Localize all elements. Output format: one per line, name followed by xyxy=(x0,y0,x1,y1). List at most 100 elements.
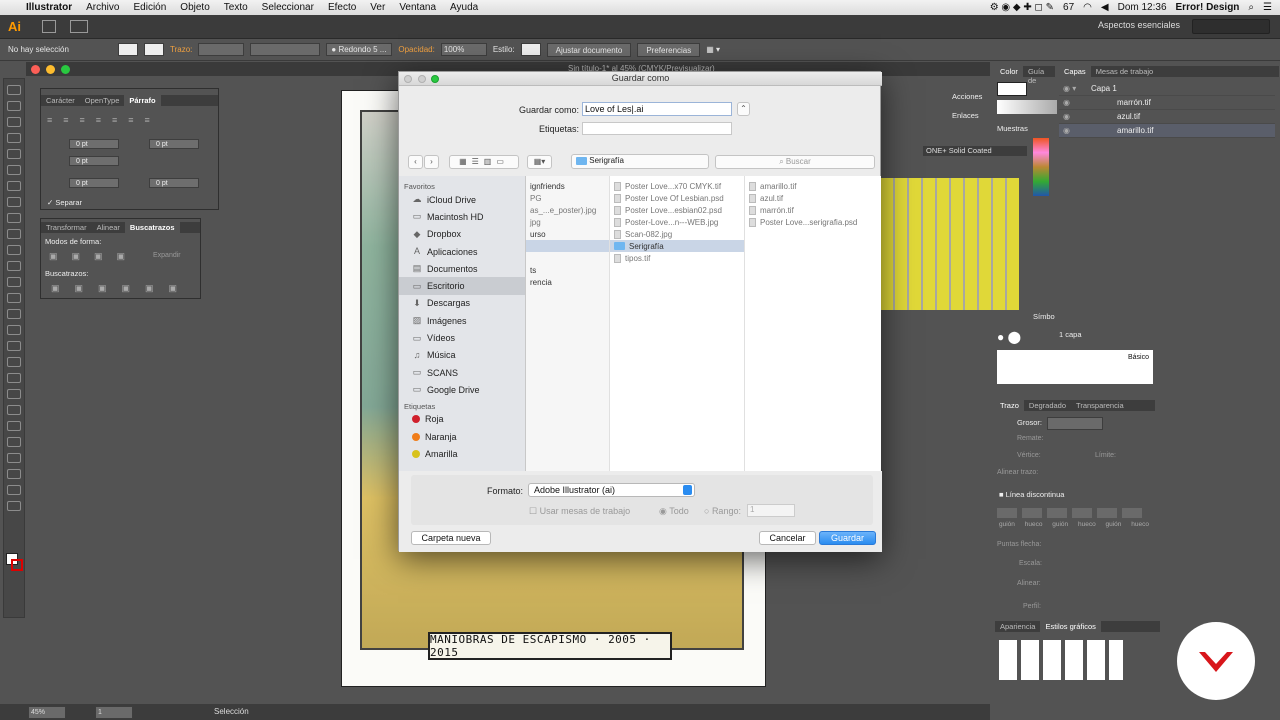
range-input[interactable]: 1 xyxy=(747,504,795,517)
hyphenate-checkbox[interactable]: ✓ Separar xyxy=(47,198,82,207)
hand-tool-icon[interactable] xyxy=(7,485,21,495)
opacity-input[interactable]: 100% xyxy=(440,43,487,56)
sidebar-item-downloads[interactable]: ⬇ Descargas xyxy=(399,295,525,312)
clock[interactable]: Dom 12:36 xyxy=(1118,2,1167,13)
list-item[interactable] xyxy=(526,240,609,252)
minimize-window-icon[interactable] xyxy=(46,65,55,74)
menu-efecto[interactable]: Efecto xyxy=(321,2,363,13)
spotlight-icon[interactable]: ⌕ xyxy=(1248,2,1254,13)
dialog-close-icon[interactable] xyxy=(404,75,412,83)
sidebar-item-applications[interactable]: A Aplicaciones xyxy=(399,243,525,260)
menu-ayuda[interactable]: Ayuda xyxy=(443,2,485,13)
magic-wand-tool-icon[interactable] xyxy=(7,117,21,127)
menu-ver[interactable]: Ver xyxy=(363,2,392,13)
left-indent-input[interactable]: 0 pt xyxy=(69,139,119,149)
list-item[interactable]: tipos.tif xyxy=(610,252,744,264)
width-tool-icon[interactable] xyxy=(7,293,21,303)
pencil-tool-icon[interactable] xyxy=(7,229,21,239)
pathfinder-buttons[interactable]: ▣▣▣▣▣▣ xyxy=(51,283,192,294)
swatch-column[interactable] xyxy=(1033,138,1049,196)
dialog-zoom-icon[interactable] xyxy=(431,75,439,83)
slice-tool-icon[interactable] xyxy=(7,469,21,479)
menu-ventana[interactable]: Ventana xyxy=(392,2,443,13)
links-panel-item[interactable]: Enlaces xyxy=(952,111,979,120)
tab-transform[interactable]: Transformar xyxy=(41,222,92,233)
list-item[interactable]: Poster Love...esbian02.psd xyxy=(610,204,744,216)
tab-opentype[interactable]: OpenType xyxy=(80,95,125,106)
forward-icon[interactable]: › xyxy=(424,155,439,169)
brush-dots[interactable]: ● ⬤ xyxy=(997,330,1057,344)
fill-swatch[interactable] xyxy=(118,43,138,56)
sidebar-item-music[interactable]: ♫ Música xyxy=(399,347,525,364)
tab-layers[interactable]: Capas xyxy=(1059,66,1091,77)
stroke-label[interactable]: Trazo: xyxy=(170,45,192,54)
sidebar-item-desktop[interactable]: ▭ Escritorio xyxy=(399,277,525,295)
opacity-label[interactable]: Opacidad: xyxy=(398,45,434,54)
volume-icon[interactable]: ◀ xyxy=(1101,2,1109,13)
graphic-styles-grid[interactable] xyxy=(999,640,1123,680)
list-item[interactable]: Poster-Love...n---WEB.jpg xyxy=(610,216,744,228)
battery-indicator[interactable]: 67 xyxy=(1063,2,1074,13)
tab-graphic-styles[interactable]: Estilos gráficos xyxy=(1040,621,1101,632)
zoom-tool-icon[interactable] xyxy=(7,501,21,511)
menu-seleccionar[interactable]: Seleccionar xyxy=(255,2,321,13)
tab-transparency[interactable]: Transparencia xyxy=(1071,400,1129,411)
rectangle-tool-icon[interactable] xyxy=(7,197,21,207)
all-radio[interactable]: ◉ Todo xyxy=(659,506,689,517)
stroke-swatch[interactable] xyxy=(144,43,164,56)
line-tool-icon[interactable] xyxy=(7,181,21,191)
notifications-icon[interactable]: ☰ xyxy=(1263,2,1272,13)
weight-input[interactable] xyxy=(1047,417,1103,430)
user-name[interactable]: Error! Design xyxy=(1176,2,1240,13)
tab-color-guide[interactable]: Guía de xyxy=(1023,66,1055,85)
actions-panel-item[interactable]: Acciones xyxy=(952,92,982,101)
arrange-docs-icon[interactable] xyxy=(70,20,88,33)
symbol-sprayer-tool-icon[interactable] xyxy=(7,421,21,431)
space-after-input[interactable]: 0 pt xyxy=(149,178,199,188)
tab-artboards[interactable]: Mesas de trabajo xyxy=(1091,66,1159,77)
gradient-tool-icon[interactable] xyxy=(7,373,21,383)
graph-tool-icon[interactable] xyxy=(7,437,21,447)
type-tool-icon[interactable] xyxy=(7,165,21,175)
view-mode-buttons[interactable]: ▦☰▥▭ xyxy=(449,155,519,169)
sidebar-item-google-drive[interactable]: ▭ Google Drive xyxy=(399,381,525,398)
tab-align[interactable]: Alinear xyxy=(92,222,125,233)
dash-inputs[interactable] xyxy=(997,508,1147,518)
sidebar-item-macintosh-hd[interactable]: ▭ Macintosh HD xyxy=(399,208,525,225)
menu-objeto[interactable]: Objeto xyxy=(173,2,216,13)
list-item[interactable]: Poster Love...serigrafia.psd xyxy=(745,216,881,228)
layer-row[interactable]: ◉ azul.tif xyxy=(1059,110,1275,124)
list-item[interactable]: ignfriends xyxy=(526,180,609,192)
list-item[interactable]: marrón.tif xyxy=(745,204,881,216)
variable-width-select[interactable] xyxy=(250,43,321,56)
selection-tool-icon[interactable] xyxy=(7,85,21,95)
list-item[interactable]: ts xyxy=(526,264,609,276)
space-before-input[interactable]: 0 pt xyxy=(69,178,119,188)
brush-preview[interactable]: Básico xyxy=(997,350,1153,384)
tab-paragraph[interactable]: Párrafo xyxy=(124,95,161,106)
list-item[interactable]: Poster Love Of Lesbian.psd xyxy=(610,192,744,204)
swatch-library-grid[interactable] xyxy=(881,178,1019,310)
dialog-minimize-icon[interactable] xyxy=(418,75,426,83)
list-item[interactable]: amarillo.tif xyxy=(745,180,881,192)
range-radio[interactable]: ○ Rango: xyxy=(704,506,741,516)
sidebar-item-dropbox[interactable]: ◆ Dropbox xyxy=(399,226,525,243)
free-transform-tool-icon[interactable] xyxy=(7,309,21,319)
tags-input[interactable] xyxy=(582,122,732,135)
layer-row[interactable]: ◉ marrón.tif xyxy=(1059,96,1275,110)
tab-pathfinder[interactable]: Buscatrazos xyxy=(124,222,180,233)
new-folder-button[interactable]: Carpeta nueva xyxy=(411,531,491,545)
menu-app[interactable]: Illustrator xyxy=(19,2,79,13)
format-select[interactable]: Adobe Illustrator (ai) xyxy=(528,483,695,497)
back-icon[interactable]: ‹ xyxy=(408,155,423,169)
pen-tool-icon[interactable] xyxy=(7,149,21,159)
close-window-icon[interactable] xyxy=(31,65,40,74)
list-item[interactable]: Serigrafía xyxy=(610,240,744,252)
help-search-input[interactable] xyxy=(1192,19,1270,34)
cancel-button[interactable]: Cancelar xyxy=(759,531,816,545)
status-icons[interactable]: ⚙ ◉ ◆ ✚ ◻ ✎ xyxy=(990,2,1054,13)
tab-appearance[interactable]: Apariencia xyxy=(995,621,1040,632)
sidebar-item-icloud[interactable]: ☁ iCloud Drive xyxy=(399,191,525,208)
location-popup[interactable]: Serigrafía xyxy=(571,154,709,169)
tag-orange[interactable]: Naranja xyxy=(399,428,525,445)
